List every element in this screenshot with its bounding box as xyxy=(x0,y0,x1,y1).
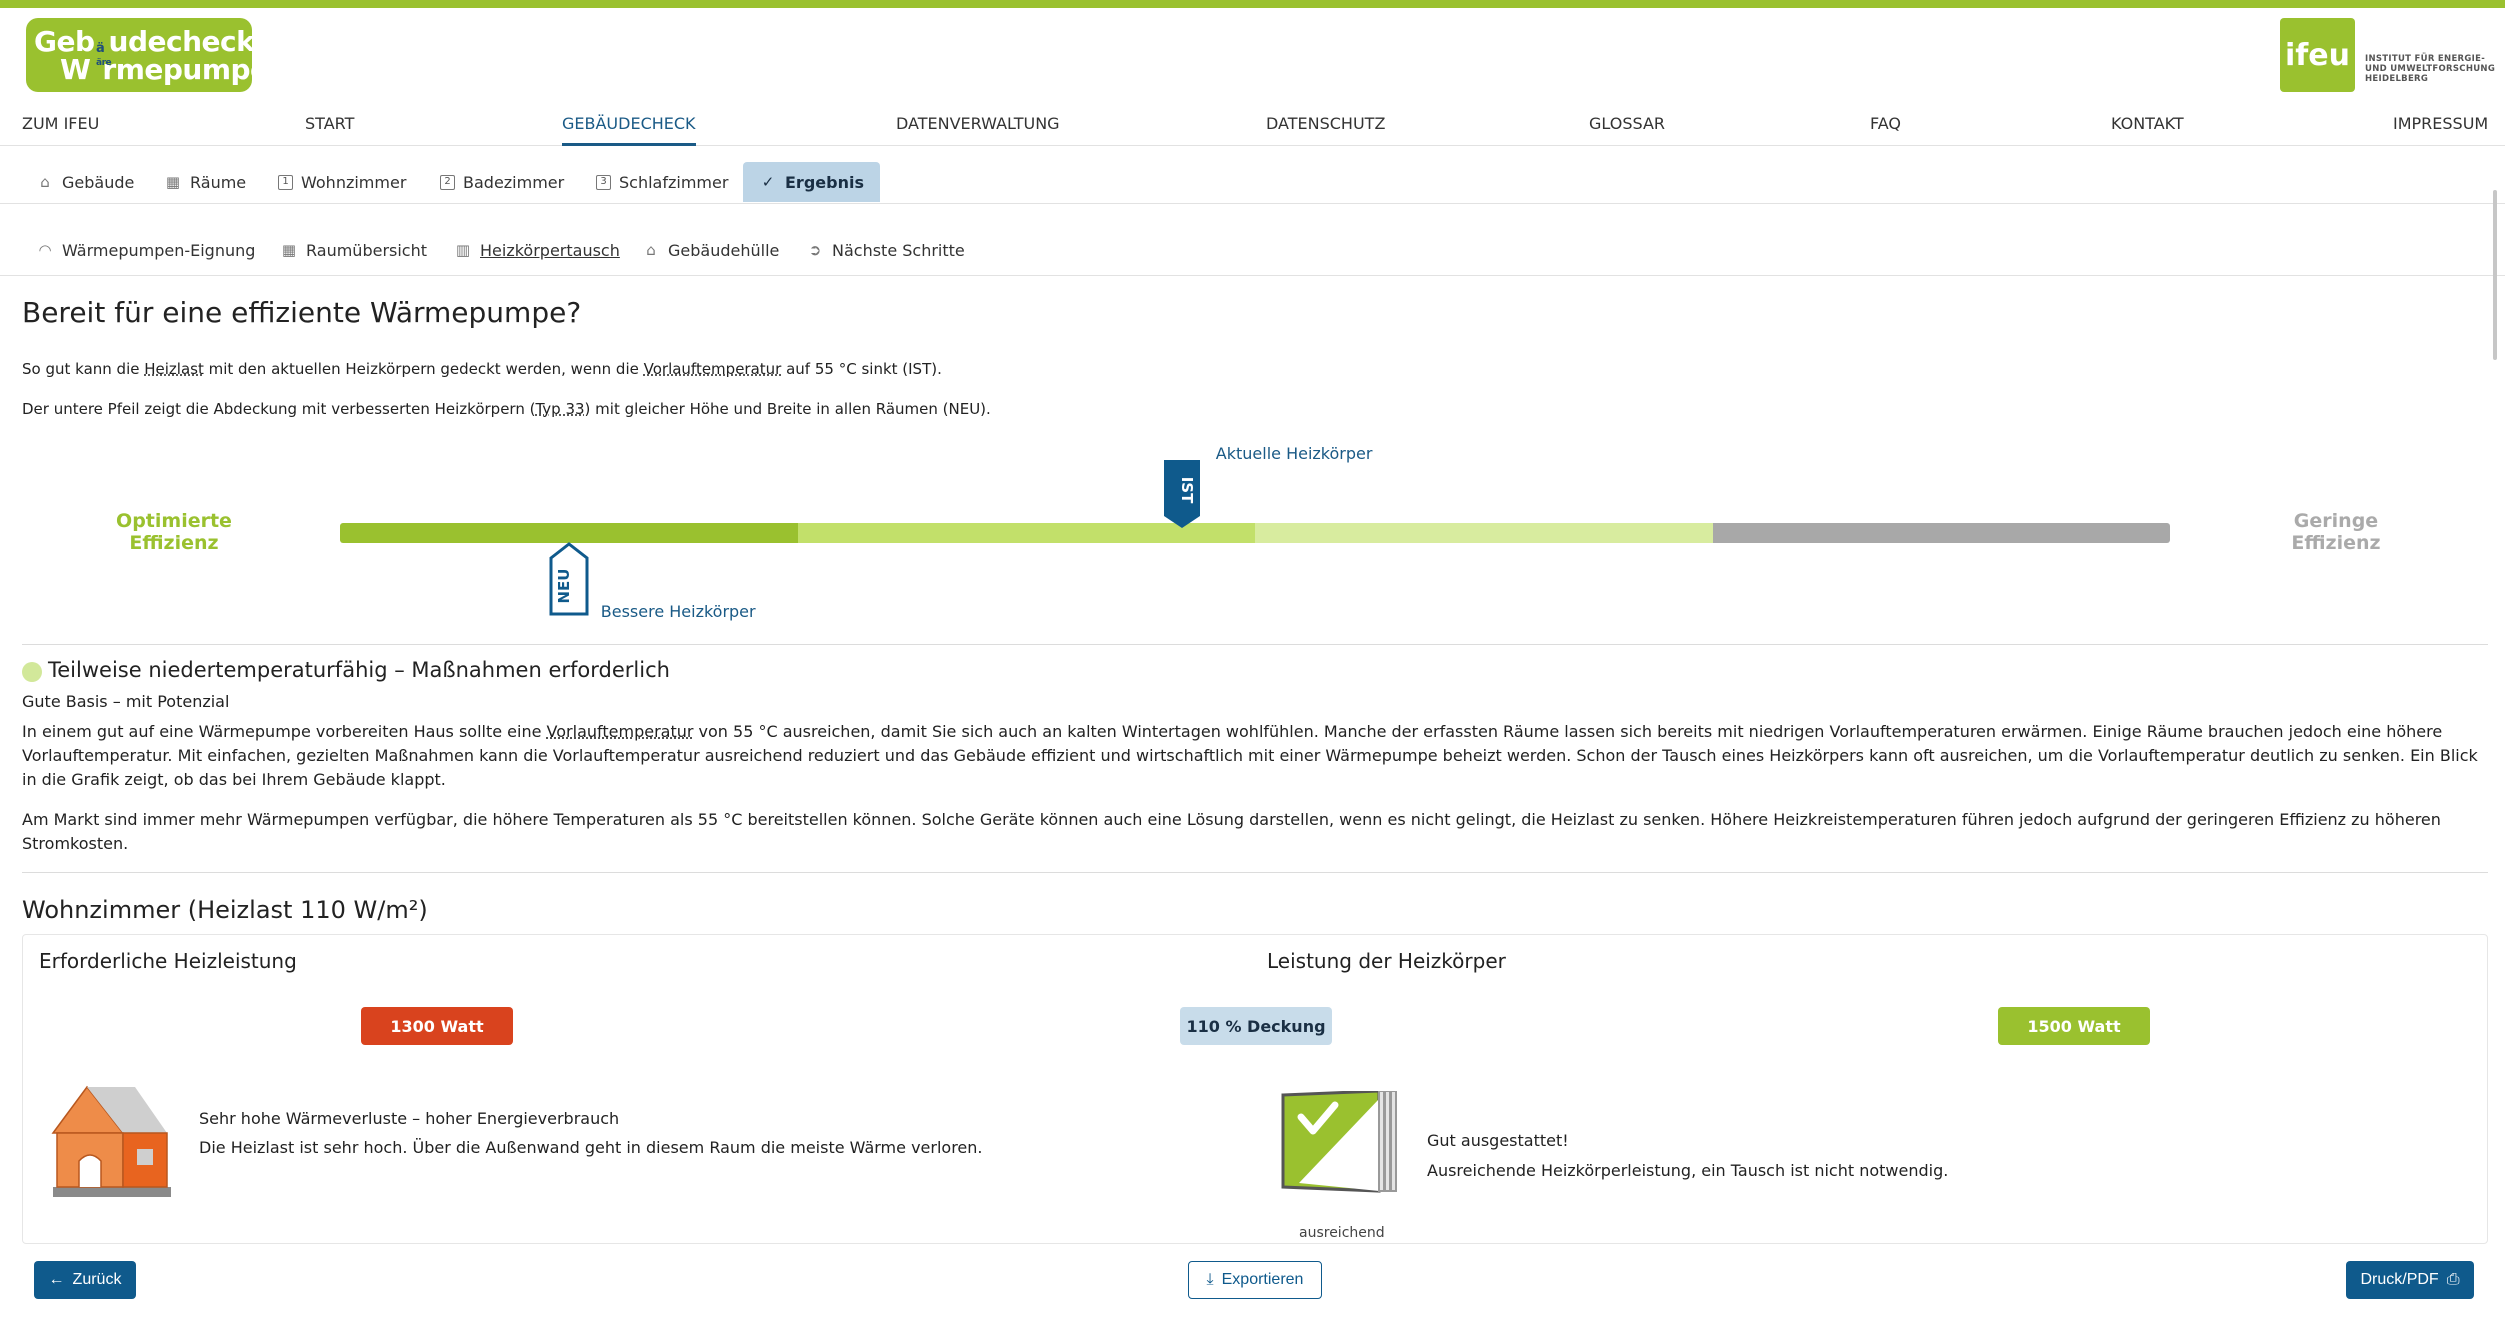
glossary-link-vorlauftemperatur[interactable]: Vorlauftemperatur xyxy=(644,360,782,378)
nav-start[interactable]: START xyxy=(305,112,354,146)
nav-glossar[interactable]: GLOSSAR xyxy=(1589,112,1665,146)
check-circle-icon: ✓ xyxy=(761,173,775,191)
radiator-icon: ▥ xyxy=(455,241,471,259)
result-tabs: ◠ Wärmepumpen-Eignung ▦ Raumübersicht ▥ … xyxy=(0,228,2505,276)
radiator-status-title: Gut ausgestattet! xyxy=(1427,1131,1569,1150)
house-heatloss-icon xyxy=(51,1085,171,1197)
nav-datenschutz[interactable]: DATENSCHUTZ xyxy=(1266,112,1385,146)
neu-tag: NEU xyxy=(555,569,573,604)
gauge-icon: ◠ xyxy=(38,241,52,259)
nav-kontakt[interactable]: KONTAKT xyxy=(2111,112,2184,146)
tab-naechste-schritte[interactable]: ➲ Nächste Schritte xyxy=(806,232,965,268)
section-divider-2 xyxy=(22,872,2488,873)
export-button[interactable]: ⤓ Exportieren xyxy=(1188,1261,1322,1299)
glossary-link-vorlauftemperatur-2[interactable]: Vorlauftemperatur xyxy=(547,722,694,741)
page-title: Bereit für eine effiziente Wärmepumpe? xyxy=(22,296,582,329)
step-badezimmer[interactable]: 2 Badezimmer xyxy=(440,162,564,202)
nav-gebaeudecheck[interactable]: GEBÄUDECHECK xyxy=(562,112,696,146)
neu-marker-shape: NEU xyxy=(549,542,589,616)
arrow-left-icon: ← xyxy=(48,1271,65,1288)
download-icon: ⤓ xyxy=(1206,1271,1214,1288)
printer-icon: ⎙ xyxy=(2446,1271,2460,1288)
nav-impressum[interactable]: IMPRESSUM xyxy=(2393,112,2488,146)
coverage-badge: 110 % Deckung xyxy=(1180,1007,1332,1045)
glossary-link-heizlast[interactable]: Heizlast xyxy=(144,360,204,378)
grid-icon: ▦ xyxy=(281,241,297,259)
scale-segment-1 xyxy=(340,523,798,543)
status-title: Teilweise niedertemperaturfähig – Maßnah… xyxy=(48,658,670,682)
radiator-check-icon xyxy=(1281,1091,1397,1193)
heatloss-text: Die Heizlast ist sehr hoch. Über die Auß… xyxy=(199,1138,983,1157)
logo-line-2: Wrmepumpe xyxy=(60,53,269,86)
radiator-caption: ausreichend xyxy=(1299,1225,1385,1241)
room-number-2-icon: 2 xyxy=(440,174,455,190)
tab-heizkoerpertausch[interactable]: ▥ Heizkörpertausch xyxy=(454,232,620,268)
efficiency-scale xyxy=(340,523,2170,543)
ifeu-institute-name: INSTITUT FÜR ENERGIE- UND UMWELTFORSCHUN… xyxy=(2365,54,2496,84)
ist-label: Aktuelle Heizkörper xyxy=(1215,444,1373,463)
status-text-2: Am Markt sind immer mehr Wärmepumpen ver… xyxy=(22,810,2441,853)
back-button[interactable]: ← Zurück xyxy=(34,1261,136,1299)
ifeu-logo[interactable]: ifeu INSTITUT FÜR ENERGIE- UND UMWELTFOR… xyxy=(2280,18,2495,92)
scale-segment-4 xyxy=(1712,523,2170,543)
glossary-link-typ33[interactable]: Typ 33 xyxy=(535,400,584,418)
room-number-3-icon: 3 xyxy=(596,174,611,190)
nav-zum-ifeu[interactable]: ZUM IFEU xyxy=(22,112,99,146)
section-divider xyxy=(22,644,2488,645)
ist-tag: IST xyxy=(1178,477,1196,504)
intro-paragraph-2: Der untere Pfeil zeigt die Abdeckung mit… xyxy=(22,400,991,418)
logo-line-1: Geb udecheck xyxy=(34,25,255,58)
status-indicator-dot xyxy=(22,662,42,682)
step-raeume[interactable]: ▦ Räume xyxy=(164,162,246,202)
step-gebaeude[interactable]: ⌂ Gebäude xyxy=(36,162,134,202)
step-tabs: ⌂ Gebäude ▦ Räume 1 Wohnzimmer 2 Badezim… xyxy=(0,160,2505,204)
arrow-circle-icon: ➲ xyxy=(808,241,822,259)
tab-raumuebersicht[interactable]: ▦ Raumübersicht xyxy=(280,232,427,268)
required-watt-badge: 1300 Watt xyxy=(361,1007,513,1045)
scale-label-low: Geringe Effizienz xyxy=(2291,510,2381,554)
neu-marker: NEU xyxy=(549,542,589,620)
nav-datenverwaltung[interactable]: DATENVERWALTUNG xyxy=(896,112,1060,146)
tab-waermepumpen-eignung[interactable]: ◠ Wärmepumpen-Eignung xyxy=(36,232,255,268)
radiator-watt-badge: 1500 Watt xyxy=(1998,1007,2150,1045)
intro-paragraph-1: So gut kann die Heizlast mit den aktuell… xyxy=(22,360,942,378)
scale-label-optimal: Optimierte Effizienz xyxy=(116,510,232,554)
required-heating-heading: Erforderliche Heizleistung xyxy=(39,949,297,973)
ist-marker: IST xyxy=(1163,460,1200,532)
grid-icon: ▦ xyxy=(165,173,181,191)
page-scrollbar[interactable] xyxy=(2493,190,2497,360)
scale-segment-3 xyxy=(1255,523,1713,543)
heatloss-title: Sehr hohe Wärmeverluste – hoher Energiev… xyxy=(199,1109,620,1128)
room-title: Wohnzimmer (Heizlast 110 W/m²) xyxy=(22,896,428,924)
main-navigation: ZUM IFEU START GEBÄUDECHECK DATENVERWALT… xyxy=(0,108,2505,146)
house-icon: ⌂ xyxy=(646,241,656,259)
room-card: Erforderliche Heizleistung Leistung der … xyxy=(22,934,2488,1244)
logo-small-letters: ä äre xyxy=(96,41,112,68)
room-number-1-icon: 1 xyxy=(278,174,293,190)
status-text-1: In einem gut auf eine Wärmepumpe vorbere… xyxy=(22,722,2478,789)
app-logo[interactable]: Geb udecheck ä äre Wrmepumpe xyxy=(26,18,269,92)
print-pdf-button[interactable]: Druck/PDF ⎙ xyxy=(2346,1261,2474,1299)
step-ergebnis[interactable]: ✓ Ergebnis xyxy=(743,162,880,202)
radiator-status-text: Ausreichende Heizkörperleistung, ein Tau… xyxy=(1427,1161,1949,1180)
step-schlafzimmer[interactable]: 3 Schlafzimmer xyxy=(596,162,728,202)
house-icon: ⌂ xyxy=(40,173,50,191)
step-wohnzimmer[interactable]: 1 Wohnzimmer xyxy=(278,162,406,202)
ifeu-badge: ifeu xyxy=(2280,18,2355,92)
tab-gebaeudehuelle[interactable]: ⌂ Gebäudehülle xyxy=(642,232,779,268)
neu-label: Bessere Heizkörper xyxy=(600,602,756,621)
ist-marker-shape: IST xyxy=(1163,460,1200,528)
nav-faq[interactable]: FAQ xyxy=(1870,112,1901,146)
top-accent-bar xyxy=(0,0,2505,8)
status-subtitle: Gute Basis – mit Potenzial xyxy=(22,692,230,711)
radiator-output-heading: Leistung der Heizkörper xyxy=(1267,949,1506,973)
